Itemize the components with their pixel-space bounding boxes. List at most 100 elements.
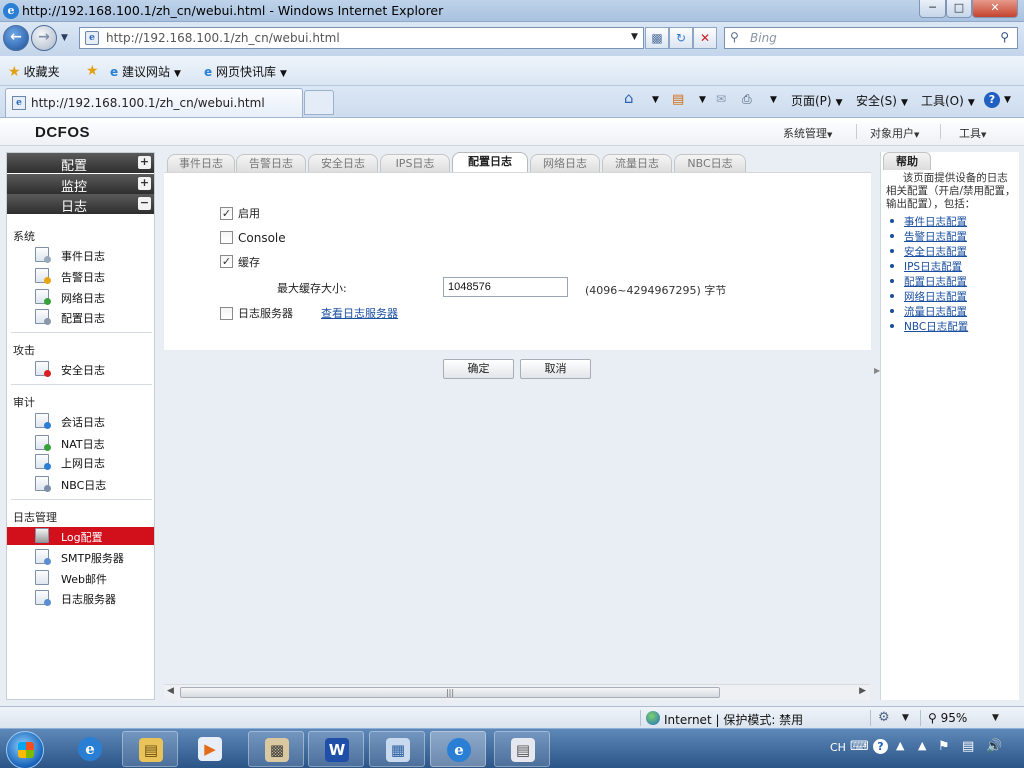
- chevron-down-icon[interactable]: ▼: [652, 95, 659, 105]
- recent-pages-dropdown[interactable]: ▼: [61, 33, 68, 43]
- tray-options-icon[interactable]: ▲: [896, 739, 904, 752]
- stop-button[interactable]: ✕: [693, 27, 717, 49]
- taskbar-ie-active[interactable]: e: [430, 731, 486, 767]
- sidebar-item-web-mail[interactable]: Web邮件: [7, 569, 154, 587]
- sidebar-item-event-log[interactable]: 事件日志: [7, 246, 154, 264]
- tray-expand-icon[interactable]: ▲: [918, 739, 926, 752]
- sidebar-item-alarm-log[interactable]: 告警日志: [7, 267, 154, 285]
- buffer-checkbox[interactable]: ✓: [220, 255, 233, 268]
- console-checkbox[interactable]: [220, 231, 233, 244]
- tab-event-log[interactable]: 事件日志: [167, 154, 235, 172]
- favorites-button[interactable]: ★ 收藏夹: [8, 63, 60, 80]
- object-user-menu[interactable]: 对象用户▼: [870, 125, 919, 141]
- tools-menu[interactable]: 工具(O) ▼: [921, 92, 975, 109]
- volume-icon[interactable]: 🔊: [986, 739, 1002, 754]
- chevron-down-icon[interactable]: ▼: [992, 713, 999, 723]
- address-url[interactable]: http://192.168.100.1/zh_cn/webui.html: [106, 31, 340, 45]
- tab-alarm-log[interactable]: 告警日志: [236, 154, 306, 172]
- taskbar-media-player[interactable]: ▶: [182, 731, 238, 767]
- tab-nbc-log[interactable]: NBC日志: [674, 154, 746, 172]
- collapse-icon[interactable]: −: [138, 197, 151, 210]
- help-link-config-log[interactable]: 配置日志配置: [904, 276, 967, 288]
- taskbar-app-1[interactable]: ▩: [248, 731, 304, 767]
- sidebar-item-network-log[interactable]: 网络日志: [7, 288, 154, 306]
- address-dropdown-icon[interactable]: ▼: [631, 32, 638, 42]
- help-link-network-log[interactable]: 网络日志配置: [904, 291, 967, 303]
- sidebar-item-log-server[interactable]: 日志服务器: [7, 589, 154, 607]
- sidebar-item-nbc-log[interactable]: NBC日志: [7, 475, 154, 493]
- sidebar-item-session-log[interactable]: 会话日志: [7, 412, 154, 430]
- close-button[interactable]: ✕: [972, 0, 1018, 18]
- log-server-checkbox[interactable]: [220, 307, 233, 320]
- network-status-icon[interactable]: ▤: [962, 739, 974, 754]
- ok-button[interactable]: 确定: [443, 359, 514, 379]
- start-button[interactable]: [6, 731, 44, 768]
- sidebar-section-config[interactable]: 配置 +: [7, 153, 154, 174]
- browser-tab[interactable]: e http://192.168.100.1/zh_cn/webui.html: [5, 88, 303, 117]
- tab-config-log[interactable]: 配置日志: [452, 152, 528, 172]
- sidebar-item-log-config[interactable]: Log配置: [7, 527, 154, 545]
- help-link-event-log[interactable]: 事件日志配置: [904, 216, 967, 228]
- compatibility-view-button[interactable]: ▩: [645, 27, 669, 49]
- refresh-button[interactable]: ↻: [669, 27, 693, 49]
- help-tab[interactable]: 帮助: [883, 152, 931, 170]
- security-zone[interactable]: Internet | 保护模式: 禁用: [664, 711, 803, 728]
- help-link-traffic-log[interactable]: 流量日志配置: [904, 306, 967, 318]
- protected-mode-gear-icon[interactable]: ⚙: [878, 710, 890, 725]
- sidebar-item-internet-log[interactable]: 上网日志: [7, 453, 154, 471]
- enable-checkbox[interactable]: ✓: [220, 207, 233, 220]
- system-management-menu[interactable]: 系统管理▼: [783, 125, 832, 141]
- scrollbar-thumb[interactable]: |||: [180, 687, 720, 698]
- sidebar-item-smtp-server[interactable]: SMTP服务器: [7, 548, 154, 566]
- expand-icon[interactable]: +: [138, 156, 151, 169]
- tools-app-menu[interactable]: 工具▼: [959, 125, 986, 141]
- search-icon[interactable]: ⚲: [1000, 30, 1009, 44]
- safety-menu[interactable]: 安全(S) ▼: [856, 92, 908, 109]
- address-bar[interactable]: e http://192.168.100.1/zh_cn/webui.html …: [79, 27, 644, 49]
- mail-icon[interactable]: ✉: [716, 92, 726, 106]
- keyboard-icon[interactable]: ⌨: [850, 739, 869, 754]
- search-box[interactable]: ⚲ Bing ⚲: [724, 27, 1018, 49]
- sidebar-item-config-log[interactable]: 配置日志: [7, 308, 154, 326]
- scroll-right-icon[interactable]: ▶: [859, 686, 866, 696]
- help-link-nbc-log[interactable]: NBC日志配置: [904, 321, 968, 333]
- home-icon[interactable]: ⌂: [624, 89, 634, 107]
- feeds-icon[interactable]: ▤: [672, 92, 684, 107]
- taskbar-ie-pinned[interactable]: e: [62, 731, 118, 767]
- add-to-favorites-bar-button[interactable]: ★: [86, 63, 102, 79]
- chevron-down-icon[interactable]: ▼: [1004, 95, 1011, 105]
- forward-button[interactable]: →: [31, 25, 57, 51]
- horizontal-scrollbar[interactable]: ◀ ||| ▶: [164, 684, 870, 700]
- chevron-down-icon[interactable]: ▼: [699, 95, 706, 105]
- taskbar-app-2[interactable]: ▤: [494, 731, 550, 767]
- taskbar-word[interactable]: W: [308, 731, 364, 767]
- minimize-button[interactable]: ─: [919, 0, 946, 18]
- back-button[interactable]: ←: [3, 25, 29, 51]
- help-link-alarm-log[interactable]: 告警日志配置: [904, 231, 967, 243]
- tab-security-log[interactable]: 安全日志: [308, 154, 378, 172]
- sidebar-item-security-log[interactable]: 安全日志: [7, 360, 154, 378]
- language-indicator[interactable]: CH: [830, 741, 846, 754]
- scroll-left-icon[interactable]: ◀: [167, 686, 174, 696]
- page-menu[interactable]: 页面(P) ▼: [791, 92, 843, 109]
- sidebar-item-nat-log[interactable]: NAT日志: [7, 434, 154, 452]
- taskbar-network[interactable]: ▦: [369, 731, 425, 767]
- sidebar-section-monitor[interactable]: 监控 +: [7, 174, 154, 195]
- chevron-down-icon[interactable]: ▼: [770, 95, 777, 105]
- tab-network-log[interactable]: 网络日志: [530, 154, 600, 172]
- sidebar-section-log[interactable]: 日志 −: [7, 194, 154, 215]
- cancel-button[interactable]: 取消: [520, 359, 591, 379]
- maximize-button[interactable]: □: [946, 0, 972, 18]
- action-center-flag-icon[interactable]: ⚑: [938, 739, 950, 754]
- new-tab-button[interactable]: [304, 90, 334, 115]
- expand-icon[interactable]: +: [138, 177, 151, 190]
- tab-ips-log[interactable]: IPS日志: [380, 154, 450, 172]
- taskbar-explorer[interactable]: ▤: [122, 731, 178, 767]
- zoom-level[interactable]: ⚲ 95%: [928, 711, 967, 725]
- max-buffer-input[interactable]: [443, 277, 568, 297]
- print-icon[interactable]: ⎙: [742, 92, 752, 107]
- chevron-down-icon[interactable]: ▼: [902, 713, 909, 723]
- web-slice-gallery-button[interactable]: e 网页快讯库 ▼: [204, 63, 287, 80]
- help-tray-icon[interactable]: ?: [873, 739, 888, 754]
- tab-traffic-log[interactable]: 流量日志: [602, 154, 672, 172]
